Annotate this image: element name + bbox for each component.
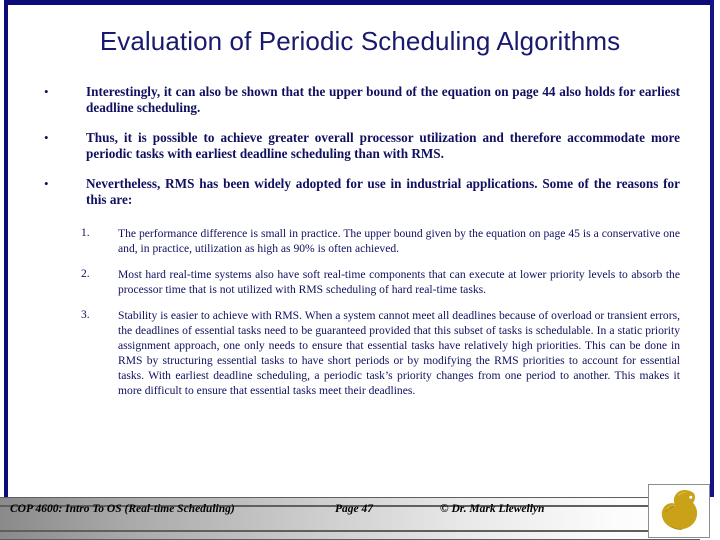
numbered-item: 3. Stability is easier to achieve with R… xyxy=(0,308,720,398)
ucf-pegasus-logo-icon xyxy=(648,484,710,538)
bullet-text: Nevertheless, RMS has been widely adopte… xyxy=(86,176,680,207)
bullet-text: Interestingly, it can also be shown that… xyxy=(86,84,680,115)
slide-title: Evaluation of Periodic Scheduling Algori… xyxy=(99,26,621,56)
bullet-marker-icon: • xyxy=(44,84,49,99)
numbered-text: Most hard real-time systems also have so… xyxy=(118,268,680,296)
numbered-text: Stability is easier to achieve with RMS.… xyxy=(118,309,680,397)
bullet-marker-icon: • xyxy=(44,176,49,191)
numbered-marker: 2. xyxy=(81,268,90,280)
slide-footer: COP 4600: Intro To OS (Real-time Schedul… xyxy=(0,497,720,540)
numbered-item: 2. Most hard real-time systems also have… xyxy=(0,267,720,297)
numbered-item: 1. The performance difference is small i… xyxy=(0,226,720,256)
numbered-marker: 1. xyxy=(81,227,90,239)
bullet-item: • Thus, it is possible to achieve greate… xyxy=(0,130,720,162)
footer-course-label: COP 4600: Intro To OS (Real-time Schedul… xyxy=(10,503,235,515)
footer-author-label: © Dr. Mark Llewellyn xyxy=(440,503,545,515)
slide-border-top xyxy=(4,0,714,5)
slide-body: • Interestingly, it can also be shown th… xyxy=(0,84,720,409)
bullet-text: Thus, it is possible to achieve greater … xyxy=(86,130,680,161)
numbered-text: The performance difference is small in p… xyxy=(118,227,680,255)
slide-canvas: Evaluation of Periodic Scheduling Algori… xyxy=(0,0,720,540)
numbered-marker: 3. xyxy=(81,309,90,321)
footer-bar-bottom xyxy=(0,531,700,540)
bullet-item: • Nevertheless, RMS has been widely adop… xyxy=(0,176,720,208)
bullet-marker-icon: • xyxy=(44,130,49,145)
bullet-item: • Interestingly, it can also be shown th… xyxy=(0,84,720,116)
footer-page-number: Page 47 xyxy=(335,503,374,515)
